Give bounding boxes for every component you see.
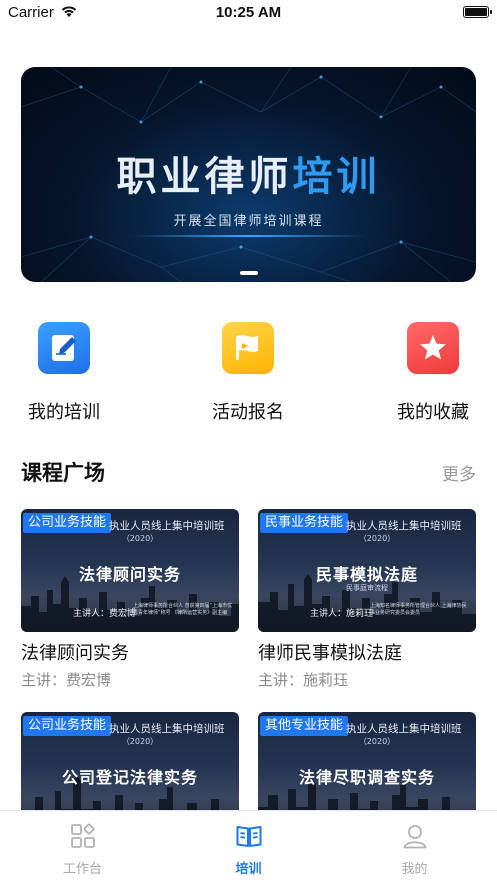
- banner-carousel[interactable]: 职业律师培训 开展全国律师培训课程: [21, 67, 476, 282]
- tab-label: 我的: [401, 862, 428, 877]
- course-section-title: 课程广场: [21, 461, 105, 485]
- user-icon: [403, 825, 427, 849]
- open-book-icon: [236, 826, 262, 847]
- course-speaker: 主讲：施莉珏: [258, 671, 349, 689]
- banner-title-white: 职业律师: [116, 154, 293, 200]
- carousel-indicator[interactable]: [240, 271, 258, 275]
- course-tag: 其他专业技能: [260, 716, 349, 736]
- thumb-year: （2020）: [121, 737, 159, 746]
- thumb-title: 法律尽职调查实务: [298, 768, 435, 787]
- thumb-subtitle: 民事庭审流程: [346, 584, 388, 592]
- banner-glow-line: [131, 235, 366, 237]
- bottom-tab-bar: 工作台 培训 我的: [0, 810, 497, 883]
- thumb-header: 执业人员线上集中培训班: [109, 520, 225, 532]
- tab-training[interactable]: 培训: [166, 811, 331, 883]
- quick-action-label: 我的收藏: [397, 402, 469, 423]
- edit-note-icon: [38, 322, 90, 374]
- course-tag: 民事业务技能: [260, 513, 349, 533]
- tab-label: 工作台: [62, 862, 102, 877]
- quick-action-my-favorites[interactable]: 我的收藏: [373, 322, 493, 432]
- quick-action-event-signup[interactable]: 活动报名: [188, 322, 308, 432]
- course-tag: 公司业务技能: [23, 716, 112, 736]
- quick-action-my-training[interactable]: 我的培训: [4, 322, 124, 432]
- banner-title: 职业律师培训: [21, 144, 476, 202]
- star-icon: [407, 322, 459, 374]
- thumb-title: 公司登记法律实务: [61, 768, 198, 787]
- thumb-year: （2020）: [358, 737, 396, 746]
- grid-icon: [71, 823, 95, 848]
- thumb-lecturer: 主讲人：施莉珏: [310, 609, 374, 619]
- thumb-year: （2020）: [358, 534, 396, 543]
- thumb-header: 执业人员线上集中培训班: [346, 723, 462, 735]
- more-link[interactable]: 更多: [442, 460, 476, 485]
- thumb-header: 执业人员线上集中培训班: [346, 520, 462, 532]
- thumb-title: 民事模拟法庭: [315, 565, 418, 584]
- course-title: 律师民事模拟法庭: [258, 643, 402, 664]
- thumb-title: 法律顾问实务: [78, 565, 181, 584]
- banner-subtitle: 开展全国律师培训课程: [173, 214, 324, 229]
- course-thumbnail: 民事业务技能 执业人员线上集中培训班 （2020） 民事模拟法庭 民事庭审流程 …: [258, 509, 476, 632]
- thumb-note: 上海律师事务所合伙人 曾获第四届“上海市优秀青年律师”称号 《律所运营实务》副主…: [133, 603, 233, 616]
- thumb-note: 上海知名律师事务所管理合伙人 上海律协民事业务研究委员会委员: [370, 603, 467, 616]
- tab-workbench[interactable]: 工作台: [0, 811, 165, 883]
- quick-action-label: 我的培训: [28, 402, 100, 423]
- thumb-header: 执业人员线上集中培训班: [109, 723, 225, 735]
- quick-action-label: 活动报名: [212, 402, 284, 423]
- banner-title-blue: 培训: [292, 154, 381, 200]
- status-time: 10:25 AM: [215, 4, 282, 21]
- course-tag: 公司业务技能: [23, 513, 112, 533]
- flag-icon: [222, 322, 274, 374]
- thumb-lecturer: 主讲人：费宏博: [73, 609, 137, 619]
- status-bar: Carrier 10:25 AM: [0, 0, 497, 26]
- course-thumbnail: 公司业务技能 执业人员线上集中培训班 （2020） 法律顾问实务 主讲人：费宏博…: [21, 509, 239, 632]
- course-title: 法律顾问实务: [21, 643, 129, 664]
- battery-icon: [463, 6, 492, 18]
- tab-profile[interactable]: 我的: [332, 811, 497, 883]
- thumb-year: （2020）: [121, 534, 159, 543]
- tab-label: 培训: [235, 862, 262, 877]
- course-speaker: 主讲：费宏博: [21, 671, 112, 689]
